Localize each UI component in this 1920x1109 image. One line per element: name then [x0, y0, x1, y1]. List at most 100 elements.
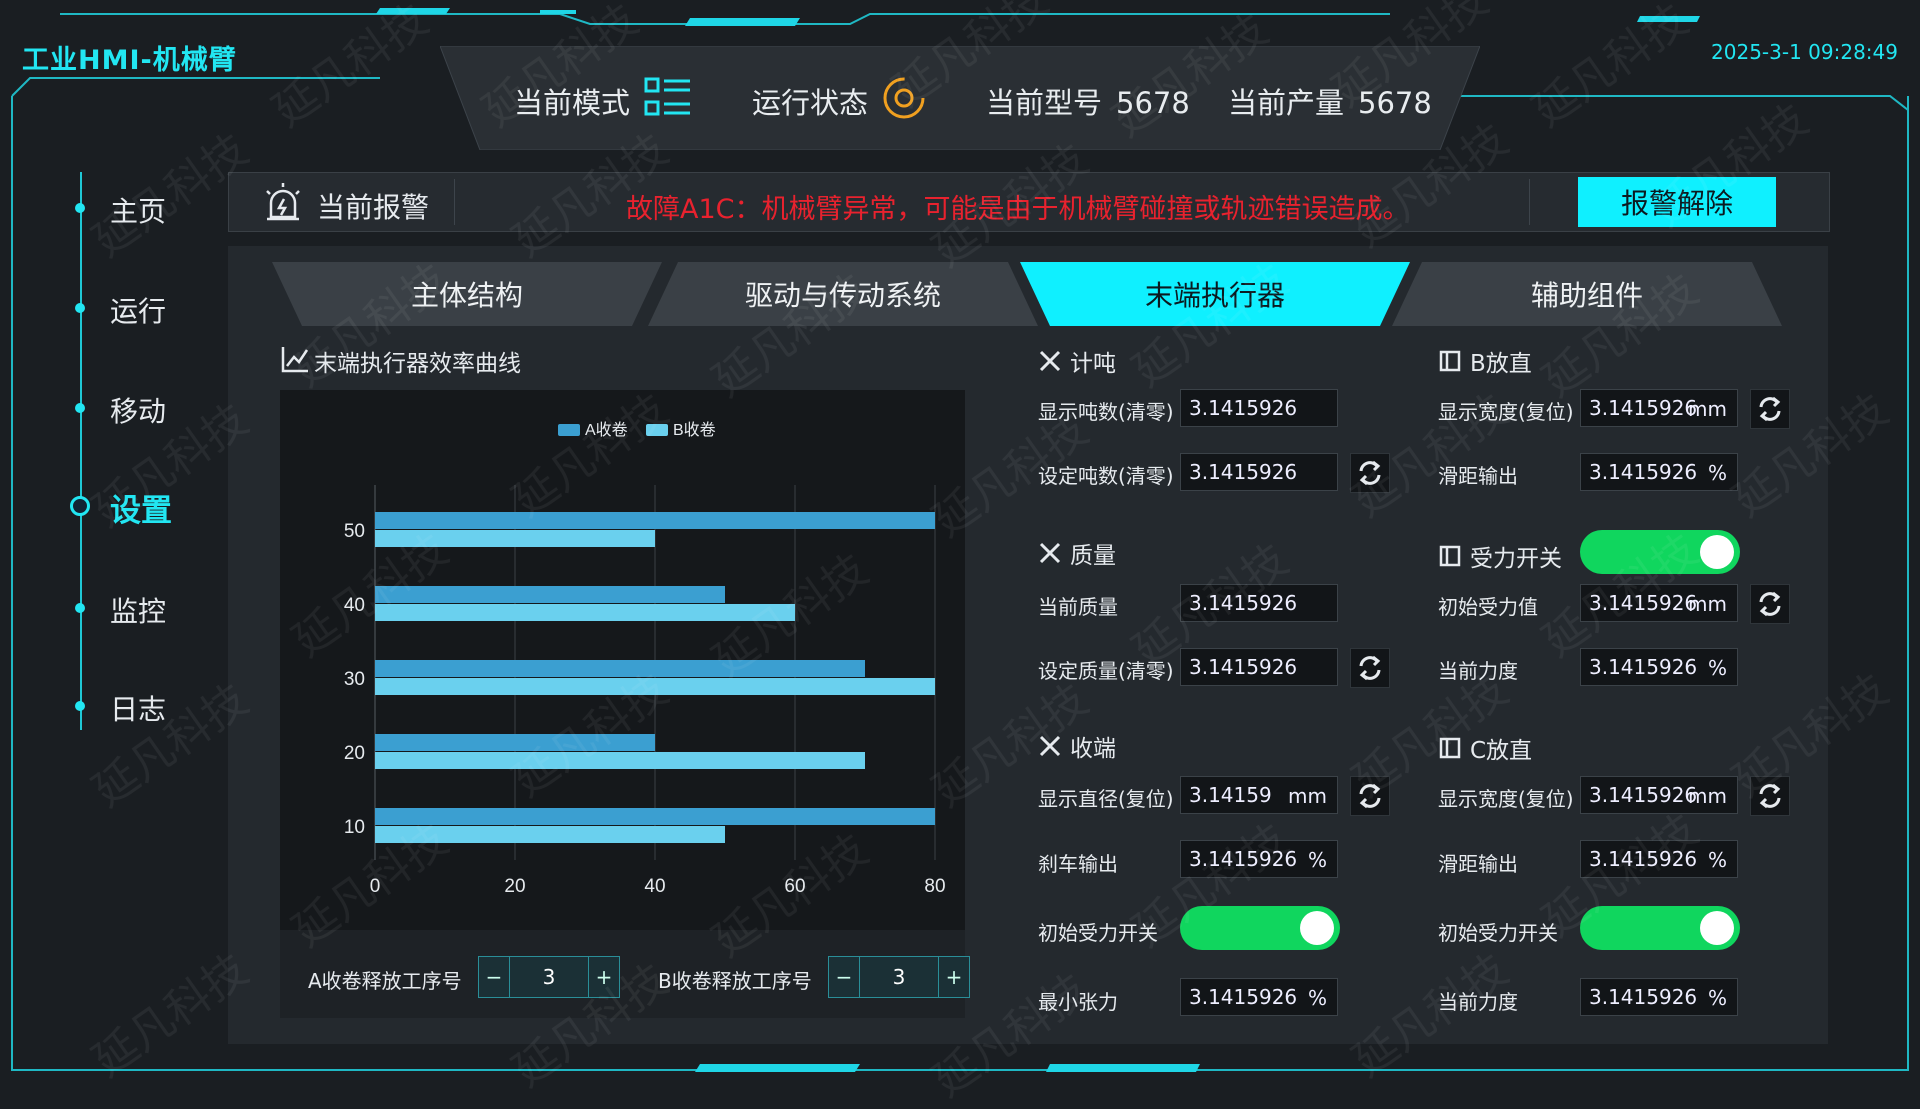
min-tension-field[interactable]: 3.1415926%	[1180, 978, 1338, 1016]
group-title-text: 计吨	[1070, 351, 1116, 377]
current-output: 当前产量 5678	[1228, 80, 1432, 122]
x-tick-label: 80	[924, 876, 945, 897]
c-current-force-field[interactable]: 3.1415926%	[1580, 978, 1738, 1016]
field-unit: %	[1307, 848, 1327, 872]
refresh-button[interactable]	[1350, 648, 1390, 688]
nav-item-run[interactable]: 运行	[60, 282, 220, 332]
legend-swatch	[646, 424, 668, 436]
tab-label: 主体结构	[410, 279, 523, 312]
y-tick-label: 20	[344, 743, 365, 764]
refresh-icon	[1359, 783, 1381, 809]
field-value: 3.1415926	[1189, 985, 1298, 1009]
nav-item-log[interactable]: 日志	[60, 680, 220, 730]
refresh-button[interactable]	[1750, 776, 1790, 816]
display-tons-field[interactable]: 3.1415926	[1180, 389, 1338, 427]
current-mass-field[interactable]: 3.1415926	[1180, 584, 1338, 622]
bar-b	[375, 604, 795, 621]
refresh-button[interactable]	[1750, 584, 1790, 624]
decrement-button[interactable]: −	[479, 957, 509, 997]
refresh-button[interactable]	[1350, 776, 1390, 816]
nav-item-move[interactable]: 移动	[60, 382, 220, 432]
param-label: 当前力度	[1438, 659, 1518, 683]
current-mode: 当前模式	[514, 80, 630, 122]
stepper-b-value[interactable]: 3	[859, 957, 939, 997]
force-switch-toggle[interactable]	[1580, 530, 1740, 574]
nav-item-home[interactable]: 主页	[60, 182, 220, 232]
param-label: 设定质量(清零)	[1038, 659, 1174, 683]
field-value: 3.1415926	[1589, 396, 1698, 420]
increment-button[interactable]: +	[939, 957, 969, 997]
alarm-clear-button[interactable]: 报警解除	[1578, 177, 1776, 227]
alarm-bar: 当前报警 故障A1C：机械臂异常，可能是由于机械臂碰撞或轨迹错误造成。 报警解除	[228, 172, 1830, 232]
field-value: 3.1415926	[1189, 396, 1298, 420]
increment-button[interactable]: +	[589, 957, 619, 997]
field-value: 3.1415926	[1589, 985, 1698, 1009]
param-label: 滑距输出	[1438, 852, 1518, 876]
current-output-value: 5678	[1358, 86, 1432, 120]
field-unit: mm	[1288, 784, 1327, 808]
c-display-width-field[interactable]: 3.1415926 mm	[1580, 776, 1738, 814]
panel-icon	[1439, 545, 1461, 567]
nav-dot	[75, 303, 85, 313]
decrement-button[interactable]: −	[829, 957, 859, 997]
alarm-title: 当前报警	[317, 191, 430, 224]
bar-a	[375, 586, 725, 603]
c-initial-force-toggle[interactable]	[1580, 906, 1740, 950]
current-force-field[interactable]: 3.1415926%	[1580, 648, 1738, 686]
divider	[454, 179, 455, 225]
b-slip-output-field[interactable]: 3.1415926%	[1580, 453, 1738, 491]
tab-label: 驱动与传动系统	[744, 279, 941, 312]
nav-label: 移动	[110, 395, 167, 428]
run-status-label: 运行状态	[752, 86, 869, 120]
running-gear-icon	[883, 77, 925, 119]
tools-icon	[1039, 542, 1061, 564]
x-tick-label: 20	[504, 876, 525, 897]
param-label: 最小张力	[1038, 990, 1118, 1014]
y-tick-label: 30	[344, 669, 365, 690]
field-value: 3.1415926	[1589, 591, 1698, 615]
group-title-mass: 质量	[1038, 536, 1116, 570]
refresh-icon	[1759, 783, 1781, 809]
refresh-button[interactable]	[1350, 453, 1390, 493]
legend-label: A收卷	[585, 421, 628, 439]
field-unit: %	[1707, 656, 1727, 680]
y-tick-label: 40	[344, 595, 365, 616]
display-diameter-field[interactable]: 3.14159 mm	[1180, 776, 1338, 814]
current-model: 当前型号 5678	[986, 80, 1190, 122]
initial-force-field[interactable]: 3.1415926 mm	[1580, 584, 1738, 622]
initial-force-toggle[interactable]	[1180, 906, 1340, 950]
field-unit: %	[1307, 986, 1327, 1010]
nav-label: 设置	[110, 493, 172, 529]
group-title-b-flat: B放直	[1438, 344, 1532, 378]
refresh-button[interactable]	[1750, 389, 1790, 429]
list-icon[interactable]	[644, 76, 692, 120]
nav-item-settings[interactable]: 设置	[60, 480, 220, 530]
refresh-icon	[1359, 460, 1381, 486]
tab-end-effector[interactable]: 末端执行器	[1020, 262, 1410, 326]
tab-main-structure[interactable]: 主体结构	[272, 262, 662, 326]
panel-icon	[1439, 737, 1461, 759]
param-label: 显示吨数(清零)	[1038, 400, 1174, 424]
run-status: 运行状态	[752, 80, 868, 122]
tab-drive-transmission[interactable]: 驱动与传动系统	[648, 262, 1038, 326]
set-mass-field[interactable]: 3.1415926	[1180, 648, 1338, 686]
field-value: 3.1415926	[1589, 847, 1698, 871]
legend-label: B收卷	[673, 421, 716, 439]
stepper-a-label: A收卷释放工序号	[308, 969, 462, 993]
set-tons-field[interactable]: 3.1415926	[1180, 453, 1338, 491]
field-value: 3.1415926	[1189, 655, 1298, 679]
stepper-a-value[interactable]: 3	[509, 957, 589, 997]
x-tick-label: 0	[370, 876, 381, 897]
legend-swatch	[558, 424, 580, 436]
b-display-width-field[interactable]: 3.1415926 mm	[1580, 389, 1738, 427]
tab-auxiliary[interactable]: 辅助组件	[1392, 262, 1782, 326]
nav-dot	[75, 701, 85, 711]
current-mode-label: 当前模式	[514, 86, 631, 120]
brake-output-field[interactable]: 3.1415926%	[1180, 840, 1338, 878]
field-unit: mm	[1688, 397, 1727, 421]
nav-item-monitor[interactable]: 监控	[60, 582, 220, 632]
nav-label: 主页	[110, 195, 167, 228]
bar-a	[375, 734, 655, 751]
c-slip-output-field[interactable]: 3.1415926%	[1580, 840, 1738, 878]
bar-b	[375, 826, 725, 843]
